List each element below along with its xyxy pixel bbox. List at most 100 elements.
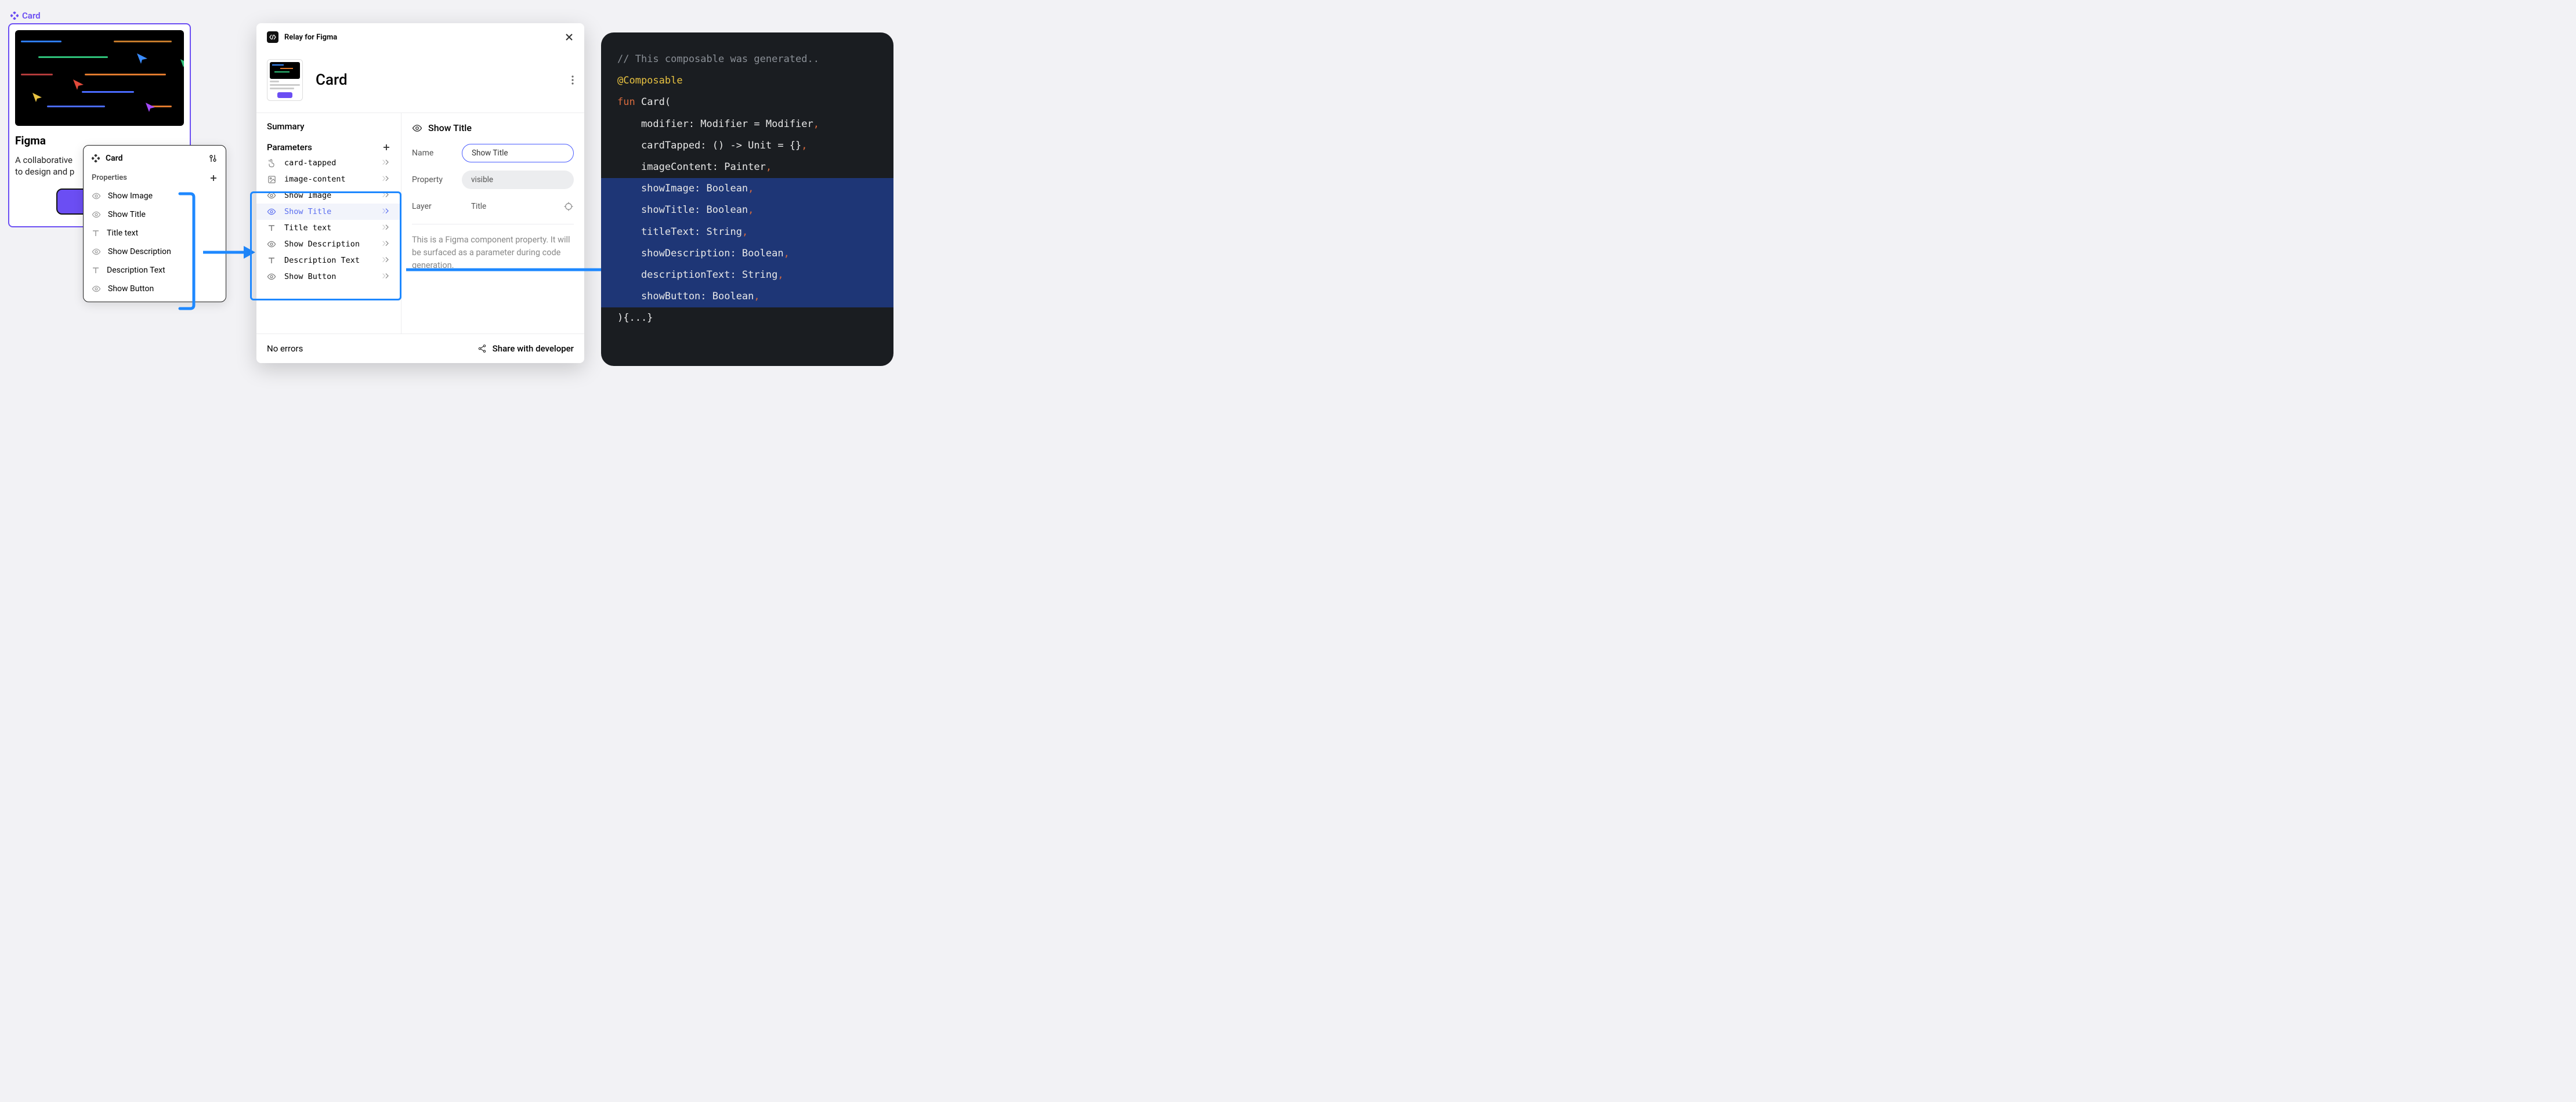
property-label: Property (412, 175, 453, 184)
help-text: This is a Figma component property. It w… (412, 234, 574, 271)
export-icon (381, 175, 390, 184)
text-icon (267, 224, 276, 232)
parameter-label: Show Image (284, 191, 331, 200)
parameter-label: Show Button (284, 272, 336, 281)
parameter-label: Title text (284, 223, 331, 233)
plus-icon[interactable] (209, 174, 218, 182)
eye-icon (92, 284, 101, 293)
component-icon (10, 12, 19, 20)
card-hero-image (15, 30, 184, 126)
target-button[interactable] (563, 201, 574, 212)
property-item[interactable]: Show Title (84, 205, 226, 224)
eye-icon (92, 210, 101, 219)
cursor-icon (146, 103, 155, 112)
share-icon (477, 344, 487, 353)
code-line: ){...} (601, 307, 893, 329)
property-input[interactable]: visible (462, 171, 574, 189)
code-line: descriptionText: String, (601, 264, 893, 286)
name-input[interactable]: Show Title (462, 144, 574, 162)
code-line: imageContent: Painter, (601, 157, 893, 178)
parameter-label: Show Title (284, 207, 331, 216)
property-item-label: Show Description (108, 247, 171, 256)
relay-detail-panel: Show Title Name Show Title Property visi… (401, 113, 584, 334)
property-item-label: Show Button (108, 284, 154, 293)
property-item-label: Description Text (107, 266, 165, 275)
relay-parameters-panel: Summary Parameters card-tappedimage-cont… (256, 113, 401, 334)
property-item[interactable]: Show Description (84, 242, 226, 261)
relay-dialog: Relay for Figma Card Summary (256, 23, 584, 363)
footer-status: No errors (267, 343, 303, 354)
export-icon (381, 207, 390, 216)
code-line: modifier: Modifier = Modifier, (601, 114, 893, 135)
figma-component-label-text: Card (22, 10, 41, 21)
property-item-label: Show Image (108, 191, 153, 201)
parameter-item[interactable]: Description Text (256, 252, 401, 269)
property-item[interactable]: Title text (84, 224, 226, 242)
property-item-label: Title text (107, 229, 138, 238)
code-output-panel: // This composable was generated..@Compo… (601, 32, 893, 366)
more-menu-button[interactable] (571, 75, 574, 85)
properties-panel-title: Card (106, 154, 208, 163)
code-line: // This composable was generated.. (601, 49, 893, 70)
parameter-item[interactable]: Title text (256, 220, 401, 236)
eye-icon (267, 207, 276, 216)
plus-icon[interactable] (382, 143, 390, 151)
relay-logo-icon (267, 31, 278, 43)
eye-icon (92, 191, 101, 201)
code-line: titleText: String, (601, 222, 893, 243)
name-label: Name (412, 148, 453, 158)
cursor-icon (73, 79, 84, 90)
cursor-icon (137, 53, 147, 64)
parameter-label: card-tapped (284, 158, 336, 168)
parameter-item[interactable]: Show Description (256, 236, 401, 252)
close-button[interactable] (565, 32, 574, 42)
property-item[interactable]: Show Button (84, 280, 226, 298)
eye-icon (267, 191, 276, 200)
properties-section-label: Properties (92, 173, 127, 182)
export-icon (381, 158, 390, 168)
export-icon (381, 256, 390, 265)
parameter-item[interactable]: card-tapped (256, 155, 401, 171)
layer-value: Title (462, 197, 554, 216)
summary-section-header[interactable]: Summary (256, 113, 401, 134)
parameter-label: Description Text (284, 256, 360, 265)
eye-icon (267, 272, 276, 281)
component-thumbnail (267, 59, 303, 101)
parameter-label: image-content (284, 175, 346, 184)
eye-icon (267, 240, 276, 249)
code-line: showTitle: Boolean, (601, 200, 893, 221)
parameter-item[interactable]: Show Image (256, 187, 401, 204)
property-item-label: Show Title (108, 210, 146, 219)
text-icon (92, 266, 100, 274)
parameter-item[interactable]: Show Title (256, 204, 401, 220)
export-icon (381, 191, 390, 200)
code-line: showDescription: Boolean, (601, 243, 893, 264)
kebab-icon (571, 75, 574, 85)
parameter-label: Show Description (284, 240, 360, 249)
tap-icon (267, 158, 276, 168)
code-line: fun Card( (601, 92, 893, 113)
relay-app-title: Relay for Figma (284, 33, 559, 42)
code-line: showImage: Boolean, (601, 178, 893, 200)
properties-list: Show Image Show Title Title text Show Descr… (84, 187, 226, 298)
figma-properties-panel: Card Properties Show Image Show Title Titl… (83, 145, 226, 302)
property-item[interactable]: Show Image (84, 187, 226, 205)
text-icon (92, 229, 100, 237)
export-icon (381, 240, 390, 249)
code-line: @Composable (601, 70, 893, 92)
export-icon (381, 272, 390, 281)
property-item[interactable]: Description Text (84, 261, 226, 280)
parameter-item[interactable]: Show Button (256, 269, 401, 285)
close-icon (565, 32, 574, 42)
export-icon (381, 223, 390, 233)
share-button[interactable]: Share with developer (477, 343, 574, 354)
cursor-icon (32, 93, 42, 102)
component-icon (92, 154, 100, 162)
eye-icon (92, 247, 101, 256)
text-icon (267, 256, 276, 264)
parameter-item[interactable]: image-content (256, 171, 401, 187)
detail-title: Show Title (428, 122, 472, 133)
target-icon (563, 201, 574, 212)
layer-label: Layer (412, 202, 453, 211)
adjust-icon[interactable] (208, 154, 218, 163)
